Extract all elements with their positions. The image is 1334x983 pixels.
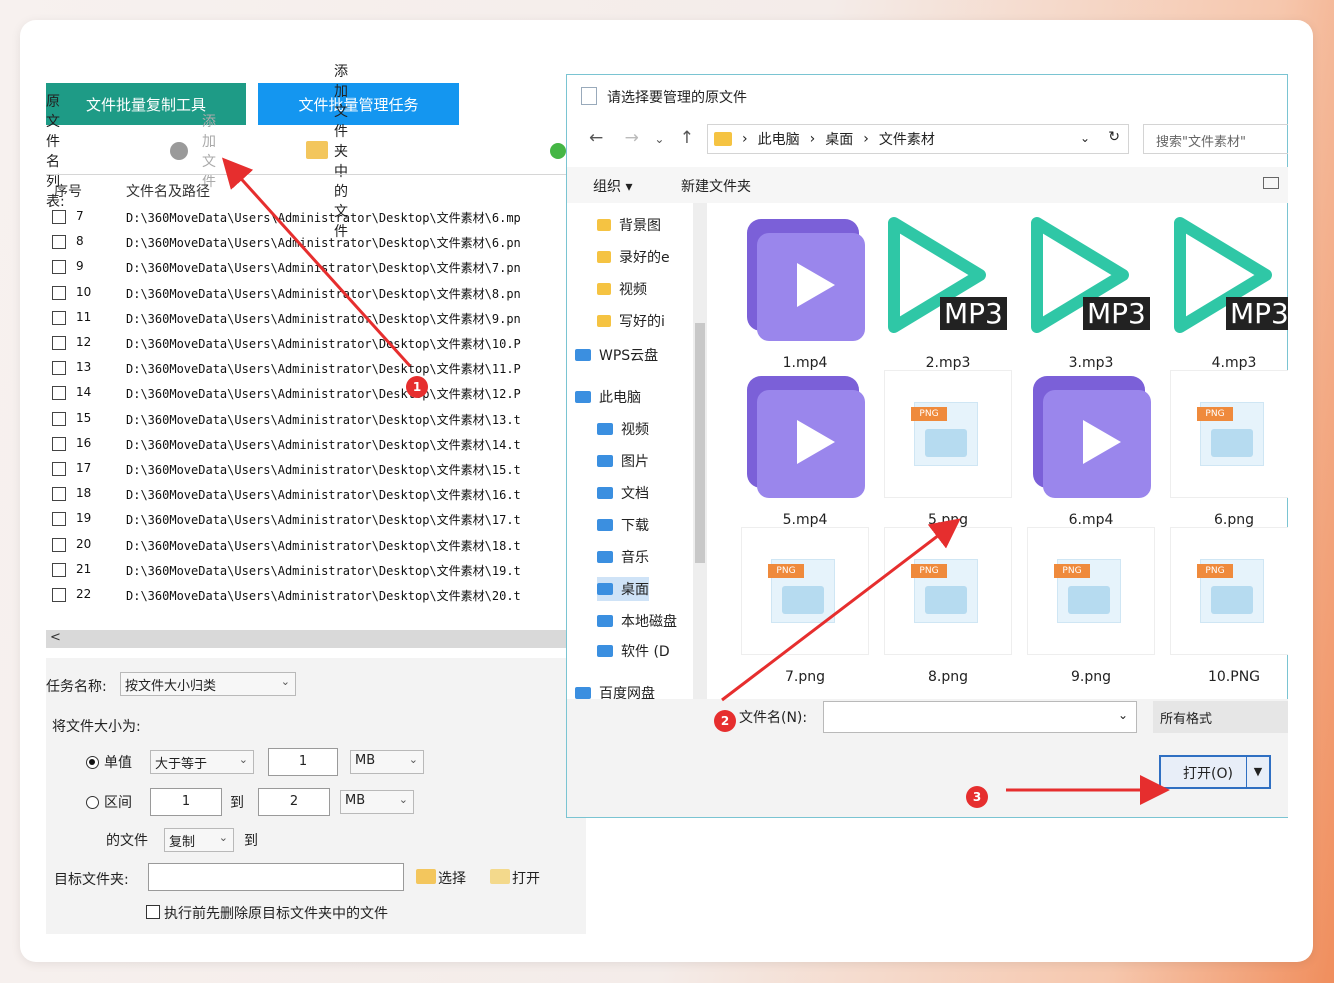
- arrow-to-add-file: [221, 157, 412, 368]
- screenshot-card: 文件批量复制工具 文件批量管理任务 原文件名列表: 添加文件 添加文件夹中的文件…: [20, 20, 1313, 962]
- arrow-to-file: [721, 518, 961, 702]
- step-badge-3: 3: [966, 786, 988, 808]
- app-window: 文件批量复制工具 文件批量管理任务 原文件名列表: 添加文件 添加文件夹中的文件…: [46, 46, 1288, 934]
- step-badge-1: 1: [406, 376, 428, 398]
- step-badge-2: 2: [714, 710, 736, 732]
- annotation-arrows: [221, 157, 1170, 805]
